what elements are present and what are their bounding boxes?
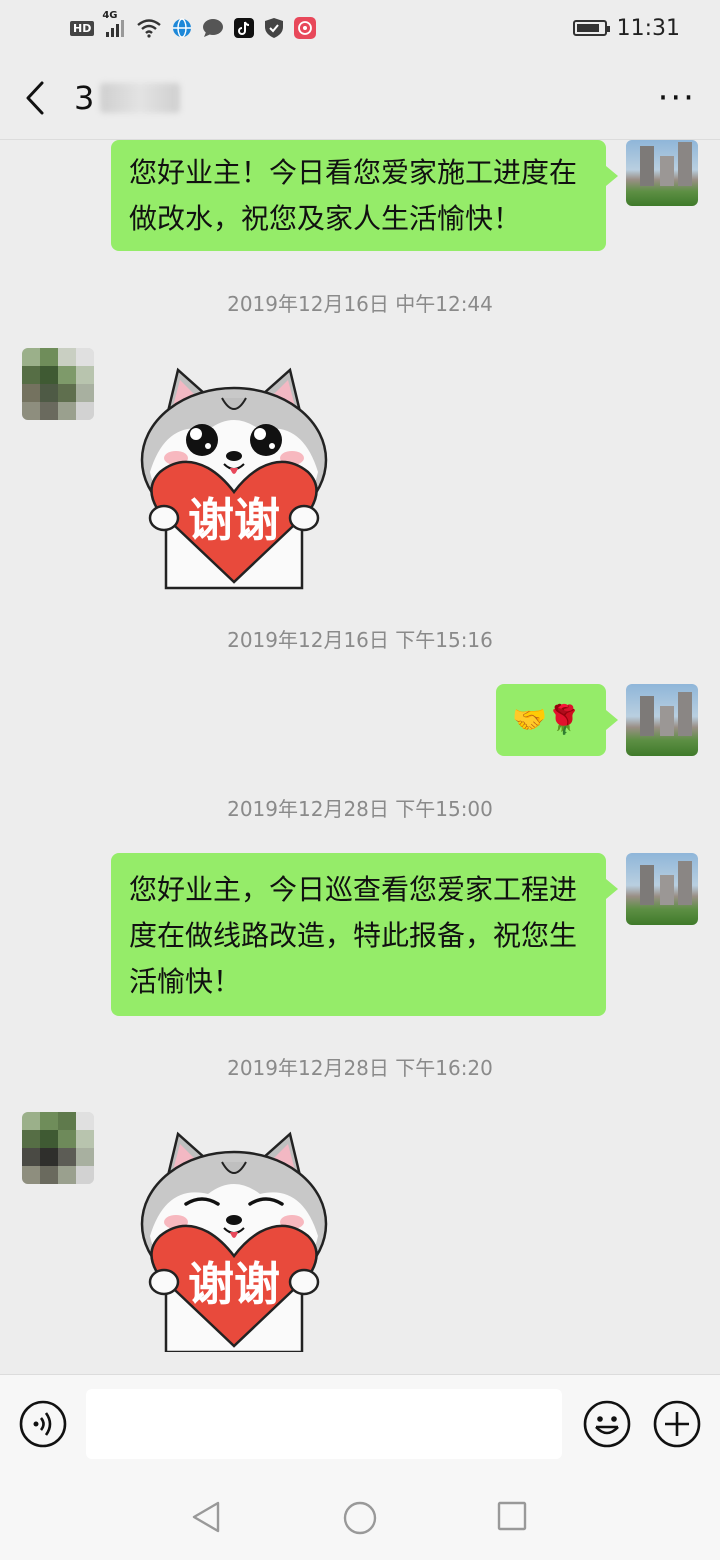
message-icon [202, 18, 224, 38]
chat-title-text: 3 [74, 78, 95, 117]
message-timestamp: 2019年12月16日 中午12:44 [0, 288, 720, 317]
message-timestamp: 2019年12月16日 下午15:16 [0, 624, 720, 653]
message-timestamp: 2019年12月28日 下午15:00 [0, 793, 720, 822]
hd-icon: HD [70, 20, 95, 36]
tiktok-icon [234, 18, 255, 38]
back-triangle-icon [192, 1501, 220, 1533]
emoji-icon [583, 1400, 631, 1448]
message-text: 您好业主！今日看您爱家施工进度在做改水，祝您及家人生活愉快！ [129, 156, 578, 235]
message-bubble-self[interactable]: 您好业主！今日看您爱家施工进度在做改水，祝您及家人生活愉快！ [111, 140, 618, 251]
more-icon: ··· [657, 77, 696, 118]
chat-input-bar [0, 1374, 720, 1470]
nav-recents-button[interactable] [496, 1500, 528, 1536]
chat-header: 3 ··· [0, 56, 720, 140]
home-circle-icon [343, 1501, 377, 1535]
thanks-sticker[interactable]: 谢谢 [136, 1124, 332, 1356]
browser-icon [172, 18, 192, 38]
emoji-message: 🤝🌹 [512, 703, 582, 736]
message-bubble-self[interactable]: 🤝🌹 [496, 684, 618, 756]
status-bar: HD 4G 11:31 [0, 0, 720, 56]
network-label: 4G [102, 10, 118, 21]
blurred-name [100, 82, 181, 113]
self-avatar[interactable] [626, 684, 698, 756]
chevron-left-icon [26, 81, 44, 114]
other-avatar[interactable] [22, 348, 94, 420]
signal-icon: 4G [102, 10, 126, 38]
other-avatar[interactable] [22, 1112, 94, 1184]
self-avatar[interactable] [626, 853, 698, 925]
timestamp-text: 2019年12月28日 下午15:00 [227, 797, 493, 821]
message-timestamp: 2019年12月28日 下午16:20 [0, 1052, 720, 1081]
message-text: 您好业主，今日巡查看您爱家工程进度在做线路改造，特此报备，祝您生活愉快！ [129, 873, 578, 998]
recents-square-icon [497, 1501, 527, 1531]
battery-icon [572, 20, 610, 36]
more-functions-button[interactable] [652, 1399, 702, 1453]
app-icon [294, 17, 317, 39]
sticker-text: 谢谢 [188, 1257, 280, 1311]
nav-back-button[interactable] [190, 1500, 222, 1538]
wifi-icon [136, 18, 162, 38]
hd-label: HD [70, 20, 95, 36]
nav-home-button[interactable] [342, 1500, 378, 1540]
more-options-button[interactable]: ··· [658, 81, 696, 115]
timestamp-text: 2019年12月16日 中午12:44 [227, 292, 493, 316]
thanks-sticker[interactable]: 谢谢 [136, 360, 332, 594]
voice-icon [19, 1400, 67, 1448]
timestamp-text: 2019年12月28日 下午16:20 [227, 1056, 493, 1080]
status-time: 11:31 [616, 15, 680, 41]
plus-icon [653, 1400, 701, 1448]
emoji-button[interactable] [582, 1399, 632, 1453]
message-input[interactable] [86, 1389, 562, 1459]
message-bubble-self[interactable]: 您好业主，今日巡查看您爱家工程进度在做线路改造，特此报备，祝您生活愉快！ [111, 853, 618, 1016]
back-button[interactable] [24, 78, 54, 118]
voice-button[interactable] [18, 1399, 68, 1453]
chat-title: 3 [74, 78, 181, 117]
sticker-text: 谢谢 [188, 493, 280, 547]
self-avatar[interactable] [626, 140, 698, 206]
timestamp-text: 2019年12月16日 下午15:16 [227, 628, 493, 652]
shield-icon [264, 17, 284, 39]
system-nav-bar [0, 1470, 720, 1560]
